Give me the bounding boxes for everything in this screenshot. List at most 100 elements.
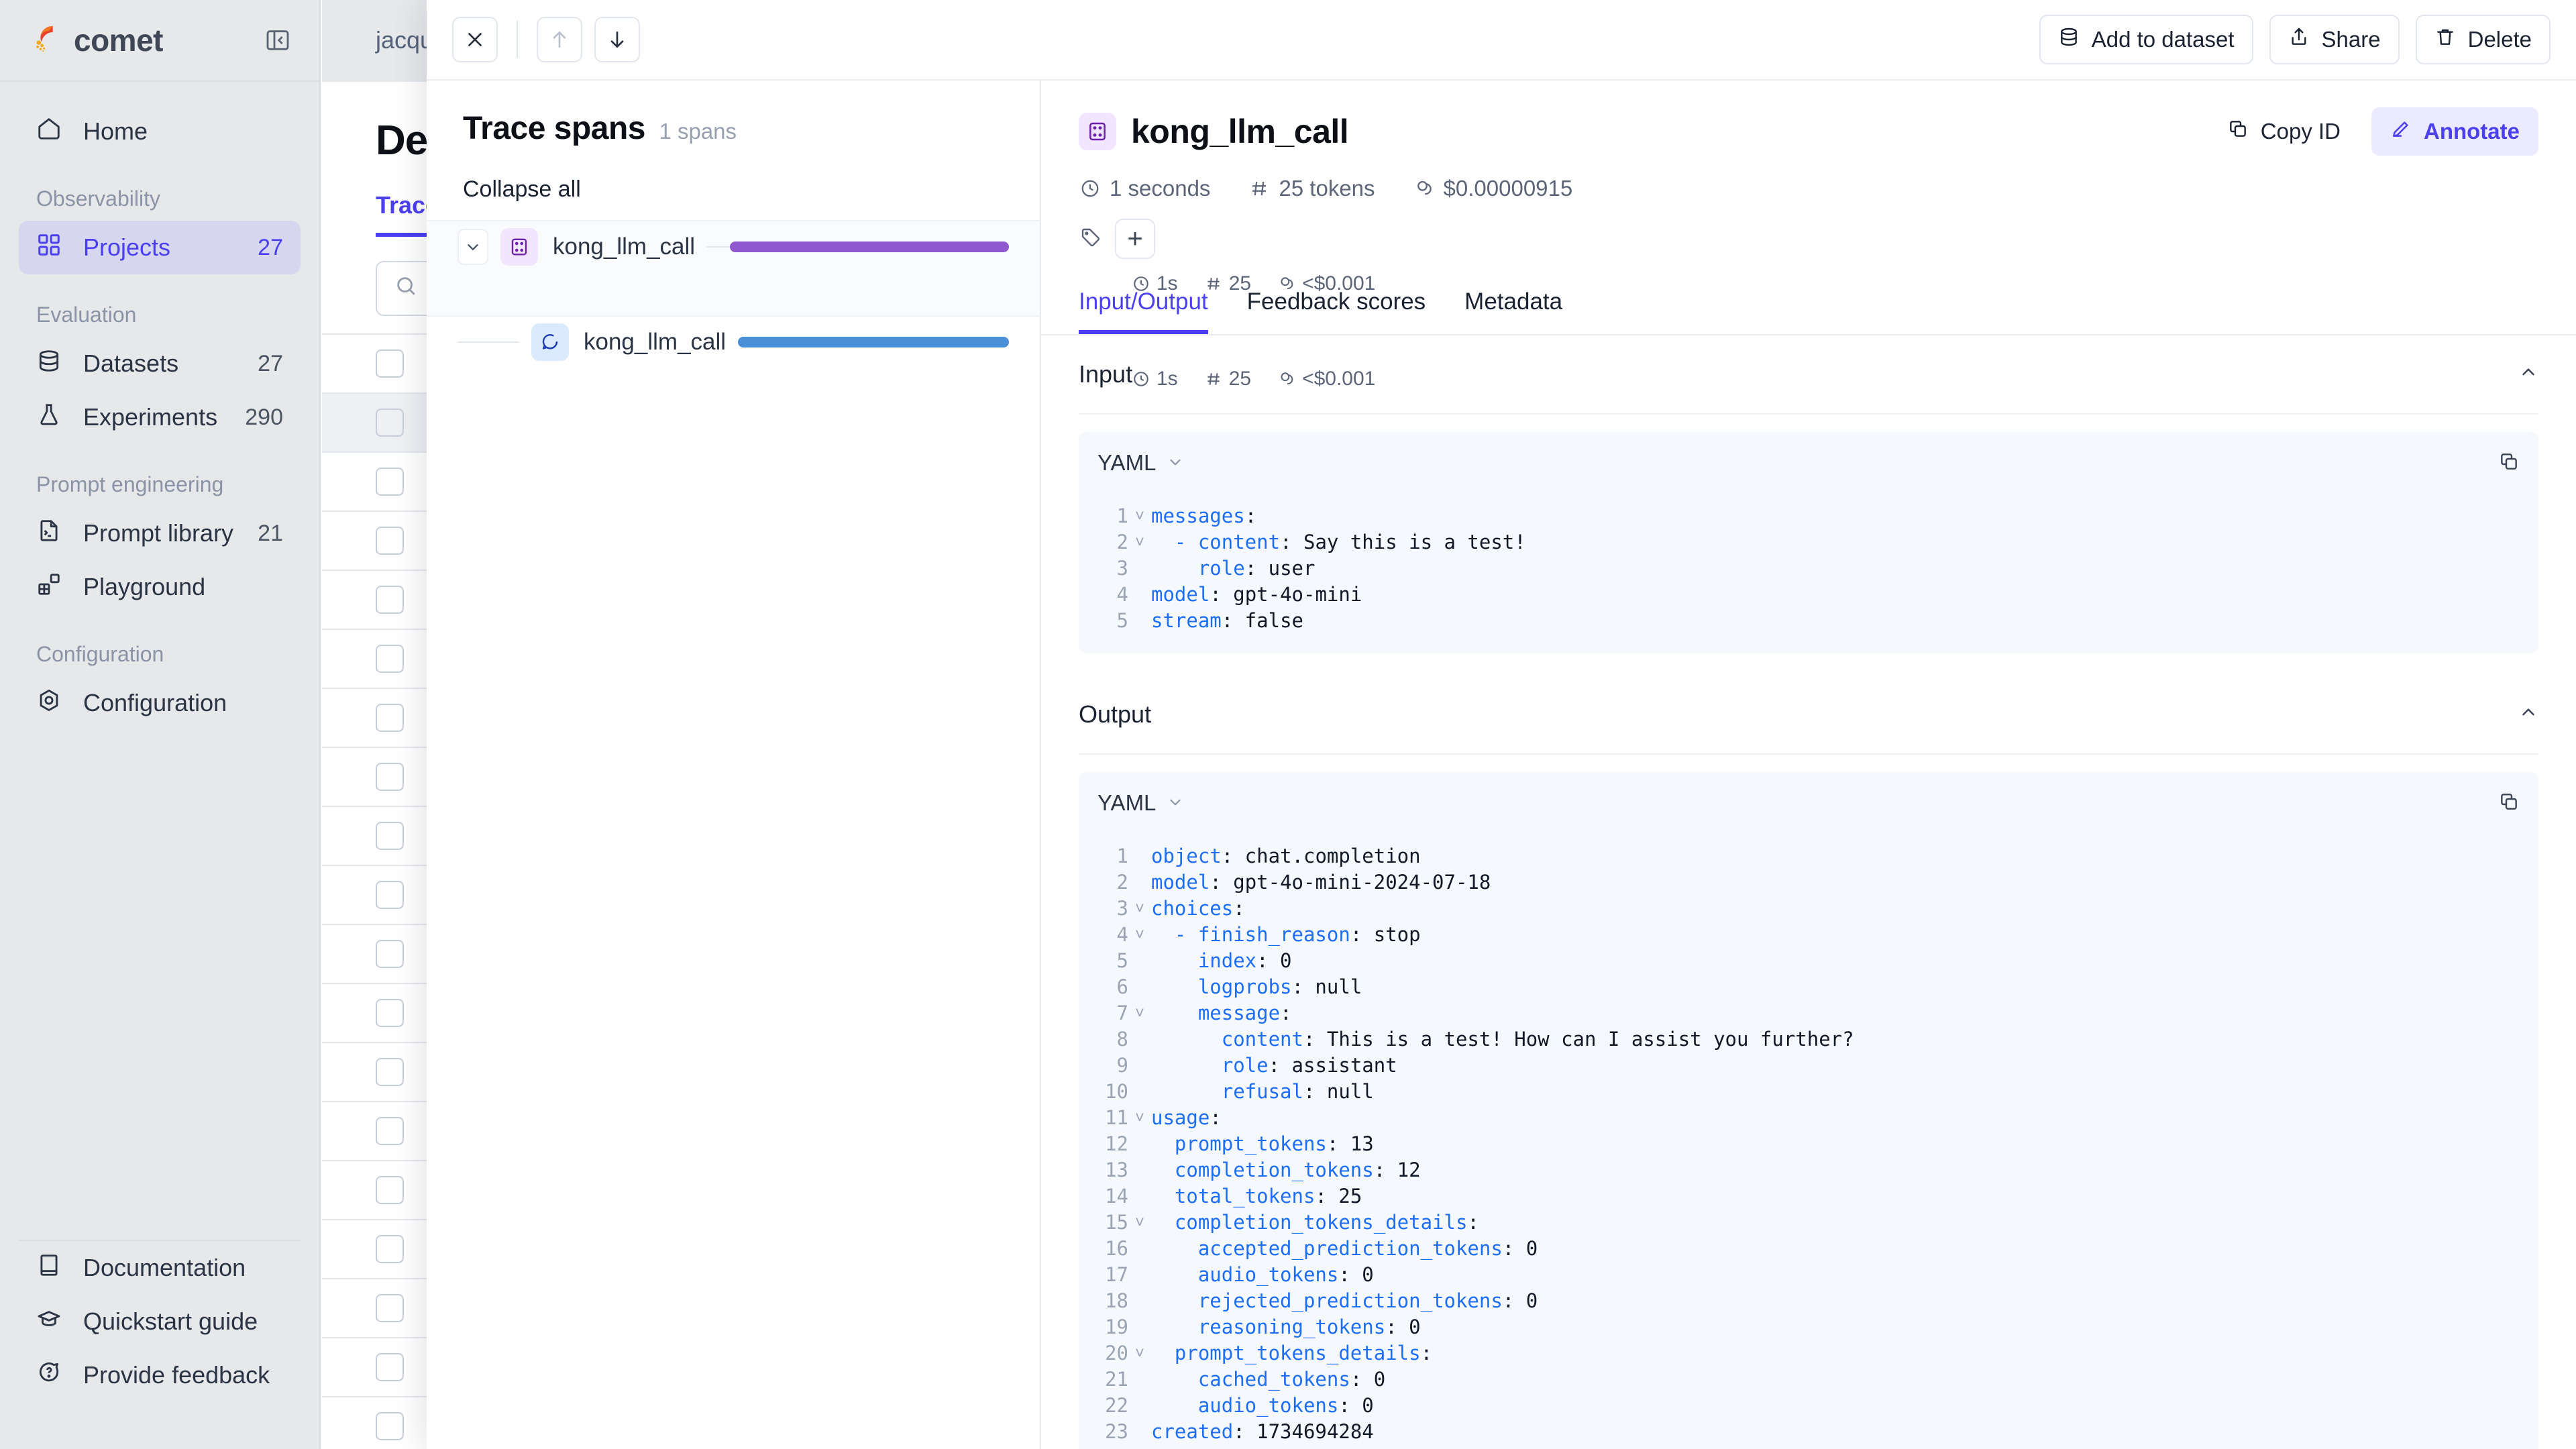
chevron-up-icon[interactable] <box>2518 360 2538 388</box>
fold-toggle-icon <box>1128 1026 1151 1053</box>
row-checkbox[interactable] <box>376 1058 404 1086</box>
row-checkbox[interactable] <box>376 940 404 968</box>
span-tree-row[interactable]: kong_llm_call 1s 25 <$0.001 <box>427 315 1375 411</box>
sidebar-item-label: Provide feedback <box>83 1361 270 1389</box>
trace-span-icon <box>500 228 538 266</box>
sidebar-item-experiments[interactable]: Experiments 290 <box>19 390 301 444</box>
sidebar-footer: Documentation Quickstart guide Provide f… <box>19 1240 301 1449</box>
sidebar-nav: Home Observability Projects 27 Evaluatio… <box>0 82 319 1240</box>
brand[interactable]: comet <box>30 21 163 60</box>
row-checkbox[interactable] <box>376 1235 404 1263</box>
row-checkbox[interactable] <box>376 350 404 378</box>
copy-icon[interactable] <box>2498 451 2520 476</box>
tab-input-output[interactable]: Input/Output <box>1079 288 1208 334</box>
sidebar-item-quickstart-guide[interactable]: Quickstart guide <box>19 1295 301 1348</box>
output-section-header[interactable]: Output <box>1079 676 2538 755</box>
grid-icon <box>36 232 62 264</box>
span-row-main: kong_llm_call <box>427 317 1040 368</box>
sidebar-item-configuration[interactable]: Configuration <box>19 676 301 730</box>
input-language-select[interactable]: YAML <box>1097 450 1184 476</box>
row-checkbox[interactable] <box>376 763 404 791</box>
span-detail-panel: kong_llm_call Copy ID Annotate 1 seconds… <box>1041 80 2576 1449</box>
row-checkbox[interactable] <box>376 468 404 496</box>
sidebar-item-prompt-library[interactable]: Prompt library 21 <box>19 506 301 560</box>
row-checkbox[interactable] <box>376 822 404 850</box>
row-checkbox[interactable] <box>376 704 404 732</box>
flask-icon <box>36 402 62 433</box>
sidebar-item-datasets[interactable]: Datasets 27 <box>19 337 301 390</box>
delete-button[interactable]: Delete <box>2415 15 2551 64</box>
span-name: kong_llm_call <box>553 233 696 260</box>
code-text: reasoning_tokens: 0 <box>1151 1316 1421 1338</box>
detail-content[interactable]: Input YAML 1 ˅ messages: 2 ˅ - content: … <box>1041 335 2576 1449</box>
add-to-dataset-button[interactable]: Add to dataset <box>2039 15 2253 64</box>
fold-toggle-icon[interactable]: ˅ <box>1128 1105 1151 1131</box>
row-checkbox[interactable] <box>376 999 404 1027</box>
fold-toggle-icon[interactable]: ˅ <box>1128 529 1151 555</box>
annotate-button[interactable]: Annotate <box>2371 107 2538 156</box>
collapse-all-button[interactable]: Collapse all <box>427 147 1040 220</box>
code-text: audio_tokens: 0 <box>1151 1263 1374 1286</box>
sidebar-item-provide-feedback[interactable]: Provide feedback <box>19 1348 301 1402</box>
row-checkbox[interactable] <box>376 1353 404 1381</box>
line-number: 22 <box>1105 1394 1128 1417</box>
row-checkbox[interactable] <box>376 1294 404 1322</box>
sidebar-item-playground[interactable]: Playground <box>19 560 301 614</box>
chevron-down-icon <box>1167 450 1184 476</box>
row-checkbox[interactable] <box>376 1412 404 1440</box>
fold-toggle-icon[interactable]: ˅ <box>1128 1000 1151 1026</box>
output-code-toolbar: YAML <box>1079 772 2538 834</box>
row-checkbox[interactable] <box>376 881 404 909</box>
fold-toggle-icon <box>1128 1079 1151 1105</box>
code-line: 6 logprobs: null <box>1079 974 2538 1000</box>
row-checkbox[interactable] <box>376 1176 404 1204</box>
row-checkbox[interactable] <box>376 527 404 555</box>
code-line: 12 prompt_tokens: 13 <box>1079 1131 2538 1157</box>
panel-collapse-icon[interactable] <box>263 25 292 55</box>
fold-toggle-icon <box>1128 1157 1151 1183</box>
add-tag-button[interactable]: + <box>1115 219 1155 259</box>
row-checkbox[interactable] <box>376 586 404 614</box>
sidebar-item-label: Prompt library <box>83 519 234 547</box>
fold-toggle-icon[interactable]: ˅ <box>1128 896 1151 922</box>
fold-toggle-icon[interactable]: ˅ <box>1128 503 1151 529</box>
fold-toggle-icon <box>1128 1131 1151 1157</box>
row-checkbox[interactable] <box>376 645 404 673</box>
tab-feedback-scores[interactable]: Feedback scores <box>1247 288 1426 334</box>
trash-icon <box>2434 26 2456 53</box>
input-section-header[interactable]: Input <box>1079 335 2538 415</box>
sidebar-item-projects[interactable]: Projects 27 <box>19 221 301 274</box>
copy-id-label: Copy ID <box>2260 119 2341 144</box>
close-icon[interactable] <box>452 17 498 62</box>
chevron-up-icon[interactable] <box>2518 700 2538 729</box>
code-line: 21 cached_tokens: 0 <box>1079 1366 2538 1393</box>
next-span-icon[interactable] <box>594 17 640 62</box>
row-checkbox[interactable] <box>376 1117 404 1145</box>
input-code-block: YAML 1 ˅ messages: 2 ˅ - content: Say this i… <box>1079 432 2538 653</box>
copy-icon[interactable] <box>2498 791 2520 816</box>
output-language-select[interactable]: YAML <box>1097 790 1184 816</box>
fold-toggle-icon[interactable]: ˅ <box>1128 922 1151 948</box>
fold-toggle-icon[interactable]: ˅ <box>1128 1340 1151 1366</box>
row-checkbox[interactable] <box>376 409 404 437</box>
sidebar-item-label: Documentation <box>83 1254 246 1281</box>
sidebar-item-label: Configuration <box>83 689 227 716</box>
copy-id-button[interactable]: Copy ID <box>2212 107 2355 156</box>
span-bar-lead <box>707 246 731 248</box>
chevron-down-icon[interactable] <box>458 229 488 265</box>
sidebar-item-home[interactable]: Home <box>19 105 301 158</box>
code-text: model: gpt-4o-mini <box>1151 583 1362 606</box>
fold-toggle-icon[interactable]: ˅ <box>1128 1210 1151 1236</box>
previous-span-icon[interactable] <box>537 17 582 62</box>
detail-tokens: 25 tokens <box>1249 176 1375 201</box>
tab-metadata[interactable]: Metadata <box>1464 288 1562 334</box>
sidebar-item-documentation[interactable]: Documentation <box>19 1241 301 1295</box>
fold-toggle-icon <box>1128 1366 1151 1393</box>
annotate-label: Annotate <box>2424 119 2520 144</box>
sidebar-group-observability: Observability <box>36 186 160 211</box>
share-button[interactable]: Share <box>2269 15 2400 64</box>
span-tree-row[interactable]: kong_llm_call 1s 25 <$0.001 <box>427 220 1375 315</box>
fold-toggle-icon <box>1128 1262 1151 1288</box>
database-icon <box>36 348 62 380</box>
graduation-cap-icon <box>36 1306 62 1338</box>
